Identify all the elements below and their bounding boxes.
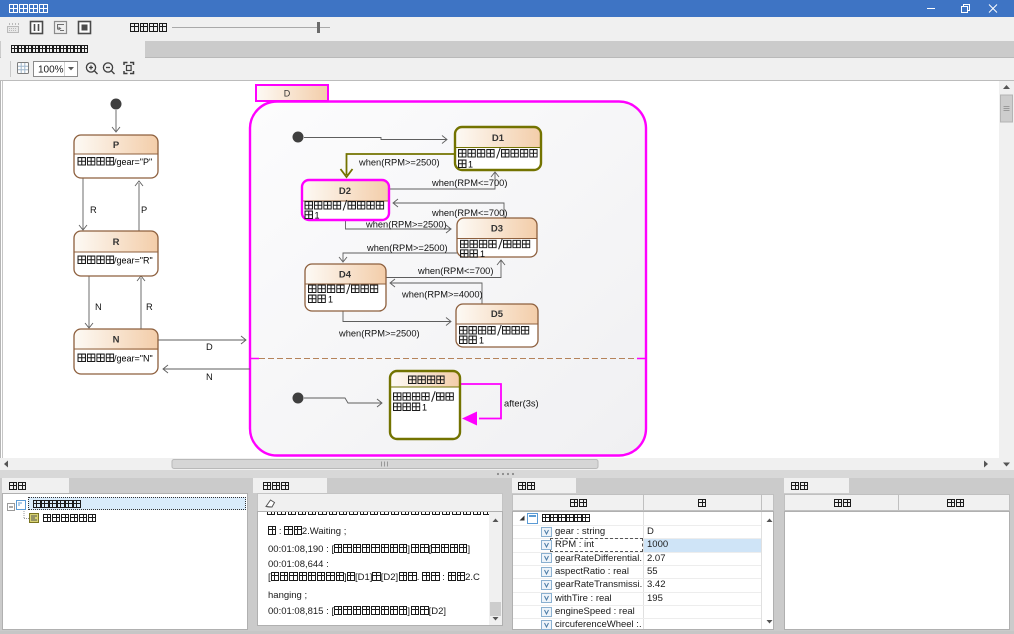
svg-text:P: P xyxy=(113,140,120,151)
svg-text:1: 1 xyxy=(315,211,320,221)
svg-text:D3: D3 xyxy=(491,224,503,235)
svg-text:D: D xyxy=(206,342,213,352)
svg-text:R: R xyxy=(113,237,120,248)
svg-text:when(RPM>=2500): when(RPM>=2500) xyxy=(358,158,440,168)
svg-text:D5: D5 xyxy=(491,309,504,320)
svg-text:1: 1 xyxy=(479,335,484,345)
svg-text:1: 1 xyxy=(328,294,333,304)
svg-text:P: P xyxy=(141,205,147,215)
svg-text:R: R xyxy=(90,205,97,215)
svg-text:when(RPM>=4000): when(RPM>=4000) xyxy=(401,290,483,300)
svg-text:N: N xyxy=(95,302,102,312)
svg-text:D4: D4 xyxy=(339,270,352,281)
svg-text:R: R xyxy=(146,302,153,312)
svg-text:1: 1 xyxy=(468,160,473,170)
svg-text:when(RPM<=700): when(RPM<=700) xyxy=(431,178,507,188)
svg-text:D2: D2 xyxy=(339,186,351,197)
svg-text:when(RPM>=2500): when(RPM>=2500) xyxy=(338,329,420,339)
svg-text:N: N xyxy=(113,335,120,346)
svg-text:/gear="N": /gear="N" xyxy=(114,354,153,364)
svg-text:1: 1 xyxy=(422,402,427,412)
svg-text:/gear="R": /gear="R" xyxy=(114,256,153,266)
svg-text:100%: 100% xyxy=(38,65,64,76)
svg-text:D: D xyxy=(284,89,291,99)
svg-text:when(RPM>=2500): when(RPM>=2500) xyxy=(365,220,447,230)
svg-text:when(RPM<=700): when(RPM<=700) xyxy=(431,208,507,218)
svg-text:1: 1 xyxy=(480,249,485,259)
svg-text:D1: D1 xyxy=(492,133,505,144)
svg-text:when(RPM>=2500): when(RPM>=2500) xyxy=(366,243,448,253)
svg-text:after(3s): after(3s) xyxy=(504,399,539,409)
svg-text:when(RPM<=700): when(RPM<=700) xyxy=(417,266,493,276)
svg-text:/gear="P": /gear="P" xyxy=(114,157,152,167)
svg-text:N: N xyxy=(206,372,213,382)
